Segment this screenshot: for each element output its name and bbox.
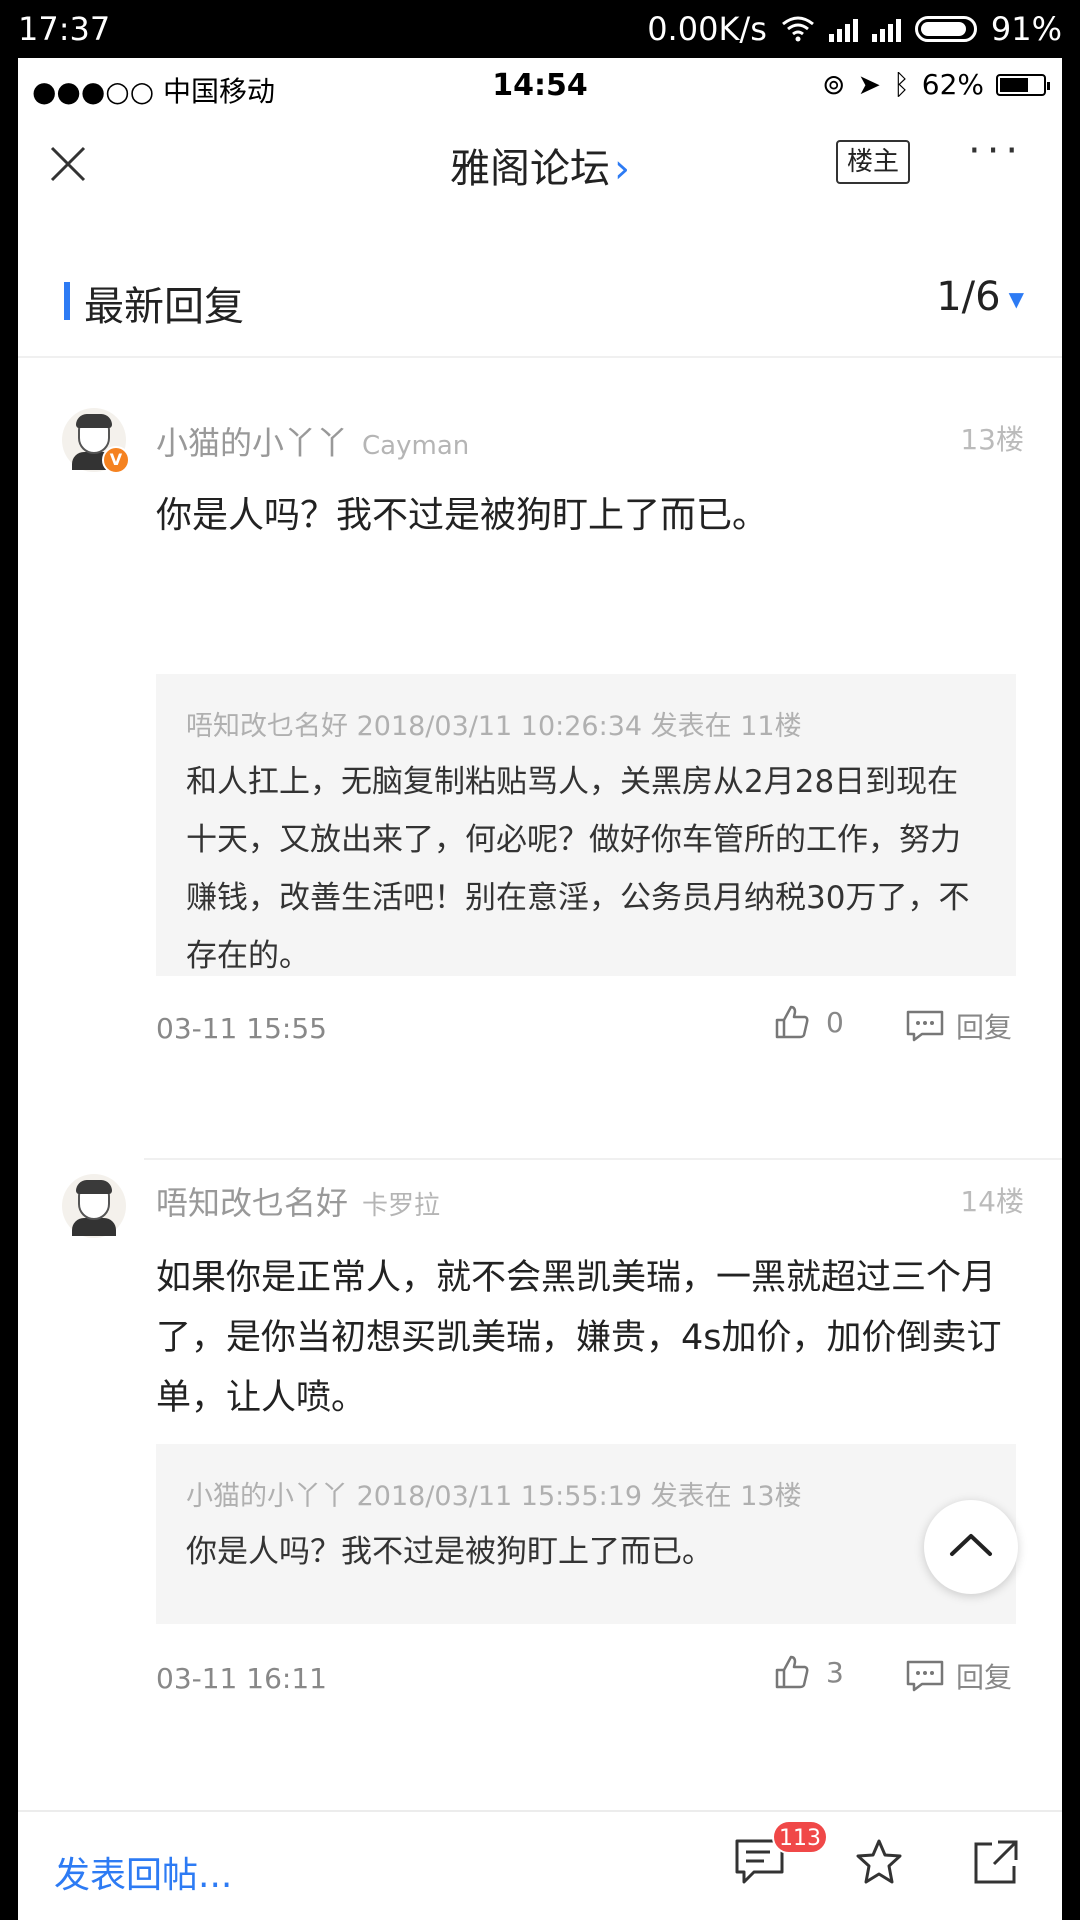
rotation-lock-icon: ⊚ [822, 68, 846, 101]
ios-status-right: ⊚ ➤ ᛒ 62% [822, 68, 1050, 101]
post-content: 如果你是正常人，就不会黑凯美瑞，一黑就超过三个月了，是你当初想买凯美瑞，嫌贵，4… [156, 1258, 1002, 1418]
comment-count-badge: 113 [772, 1820, 828, 1854]
ios-status-bar: ●●●○○ 中国移动 14:54 ⊚ ➤ ᛒ 62% [18, 58, 1062, 114]
ios-battery-level: 62% [921, 68, 984, 101]
compose-reply-input[interactable]: 发表回帖... [54, 1846, 232, 1898]
device-battery-level: 91% [990, 10, 1062, 48]
location-icon: ➤ [857, 68, 881, 101]
quoted-post[interactable]: 唔知改乜名好 2018/03/11 10:26:34 发表在 11楼 和人扛上，… [156, 674, 1016, 976]
author-car: 卡罗拉 [362, 1191, 441, 1221]
page-selector[interactable]: 1/6 ▼ [936, 274, 1024, 320]
nav-bar: 雅阁论坛 › 楼主 ··· [18, 114, 1062, 224]
more-icon[interactable]: ··· [968, 128, 1024, 174]
bluetooth-icon: ᛒ [892, 68, 910, 101]
device-status-right: 0.00K/s 91% [647, 10, 1062, 48]
app-screen: ●●●○○ 中国移动 14:54 ⊚ ➤ ᛒ 62% 雅阁论坛 › 楼主 ··· … [18, 58, 1062, 1920]
quote-text: 和人扛上，无脑复制粘贴骂人，关黑房从2月28日到现在十天，又放出来了，何必呢？做… [186, 764, 970, 974]
scroll-to-top-button[interactable] [924, 1500, 1018, 1594]
floor-number: 14楼 [960, 1185, 1024, 1218]
thumbs-up-icon [775, 1005, 809, 1039]
thumbs-up-icon [775, 1655, 809, 1689]
quote-meta: 唔知改乜名好 2018/03/11 10:26:34 发表在 11楼 [186, 711, 802, 742]
chevron-right-icon: › [614, 146, 630, 192]
reply-button[interactable]: 回复 [906, 1006, 1012, 1046]
author-name: 小猫的小丫丫 [156, 424, 349, 462]
avatar[interactable] [62, 1174, 126, 1238]
post-item: V 小猫的小丫丫 Cayman 13楼 你是人吗？我不过是被狗盯上了而已。 唔知改… [18, 356, 1062, 1166]
signal-icon-2 [871, 16, 901, 42]
latest-replies-header: 最新回复 1/6 ▼ [18, 244, 1062, 358]
like-button[interactable]: 3 [774, 1654, 844, 1690]
forum-title: 雅阁论坛 [450, 146, 610, 192]
battery-icon [914, 16, 977, 42]
reply-label: 回复 [956, 1661, 1013, 1694]
reply-comment-icon [906, 1660, 944, 1692]
post-item: 唔知改乜名好 卡罗拉 14楼 如果你是正常人，就不会黑凯美瑞，一黑就超过三个月了，… [18, 1166, 1062, 1830]
device-status-bar: 17:37 0.00K/s 91% [0, 0, 1080, 58]
quote-text: 你是人吗？我不过是被狗盯上了而已。 [186, 1534, 713, 1570]
bottom-action-bar: 发表回帖... 113 [18, 1810, 1062, 1920]
op-only-button[interactable]: 楼主 [836, 140, 910, 184]
author-car: Cayman [362, 431, 470, 461]
reply-comment-icon [906, 1010, 944, 1042]
quoted-post[interactable]: 小猫的小丫丫 2018/03/11 15:55:19 发表在 13楼 你是人吗？… [156, 1444, 1016, 1624]
quote-meta: 小猫的小丫丫 2018/03/11 15:55:19 发表在 13楼 [186, 1481, 802, 1512]
author-name: 唔知改乜名好 [156, 1184, 349, 1222]
post-divider [144, 1158, 1062, 1160]
floor-number: 13楼 [960, 423, 1024, 456]
post-time: 03-11 16:11 [156, 1662, 327, 1695]
device-time: 17:37 [18, 10, 111, 48]
post-time: 03-11 15:55 [156, 1012, 327, 1045]
network-speed: 0.00K/s [647, 10, 767, 48]
section-accent-bar [64, 282, 70, 320]
star-icon[interactable] [854, 1838, 904, 1886]
signal-icon [828, 16, 858, 42]
wifi-icon [781, 16, 814, 42]
reply-label: 回复 [956, 1011, 1013, 1044]
ios-battery-icon [996, 73, 1050, 96]
post-author[interactable]: 唔知改乜名好 卡罗拉 [156, 1178, 440, 1224]
like-button[interactable]: 0 [774, 1004, 844, 1040]
like-count: 0 [826, 1005, 844, 1039]
reply-button[interactable]: 回复 [906, 1656, 1012, 1696]
like-count: 3 [826, 1655, 844, 1689]
avatar[interactable]: V [62, 408, 130, 474]
post-author[interactable]: 小猫的小丫丫 Cayman [156, 418, 469, 464]
dropdown-arrow-icon: ▼ [1008, 287, 1024, 311]
section-title: 最新回复 [84, 284, 244, 330]
verified-badge-icon: V [102, 446, 130, 474]
post-content: 你是人吗？我不过是被狗盯上了而已。 [156, 495, 769, 536]
share-icon[interactable] [972, 1838, 1020, 1886]
chevron-up-icon [950, 1534, 992, 1556]
page-indicator: 1/6 [936, 274, 1001, 320]
